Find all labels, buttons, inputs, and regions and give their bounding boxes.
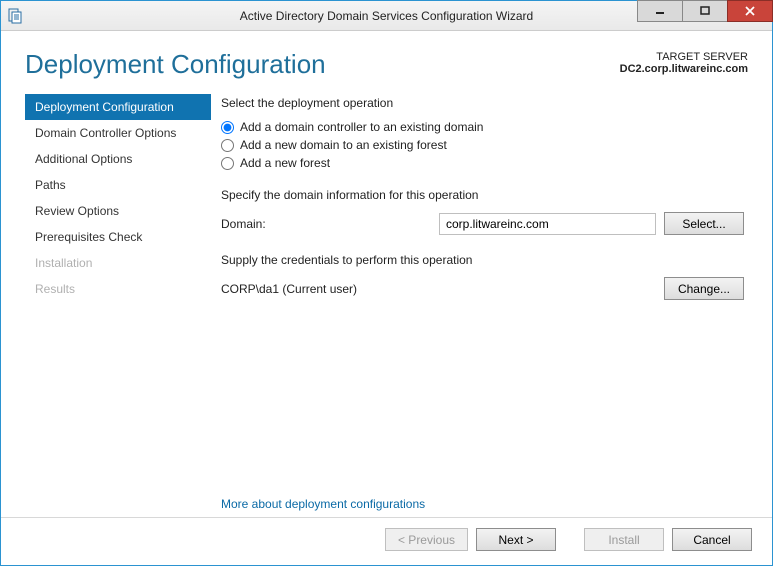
minimize-button[interactable] — [637, 0, 683, 22]
credentials-value: CORP\da1 (Current user) — [221, 282, 656, 296]
more-info-link[interactable]: More about deployment configurations — [211, 491, 772, 517]
content-panel: Select the deployment operation Add a do… — [211, 88, 772, 491]
footer-bar: < Previous Next > Install Cancel — [1, 517, 772, 565]
operation-option-label: Add a domain controller to an existing d… — [240, 120, 483, 134]
nav-step[interactable]: Prerequisites Check — [25, 224, 211, 250]
wizard-window: Active Directory Domain Services Configu… — [0, 0, 773, 566]
wizard-body: Deployment Configuration TARGET SERVER D… — [1, 31, 772, 565]
credentials-row: CORP\da1 (Current user) Change... — [221, 277, 744, 300]
operation-radio[interactable] — [221, 139, 234, 152]
nav-step[interactable]: Domain Controller Options — [25, 120, 211, 146]
wizard-nav: Deployment ConfigurationDomain Controlle… — [1, 88, 211, 491]
operation-option[interactable]: Add a new domain to an existing forest — [221, 138, 744, 152]
header-area: Deployment Configuration TARGET SERVER D… — [1, 31, 772, 88]
page-title: Deployment Configuration — [25, 49, 620, 80]
previous-button[interactable]: < Previous — [385, 528, 468, 551]
target-server-value: DC2.corp.litwareinc.com — [620, 63, 748, 75]
operation-block: Select the deployment operation Add a do… — [221, 96, 744, 170]
app-icon — [7, 8, 23, 24]
next-button[interactable]: Next > — [476, 528, 556, 551]
domain-input[interactable] — [439, 213, 656, 235]
nav-step[interactable]: Additional Options — [25, 146, 211, 172]
select-domain-button[interactable]: Select... — [664, 212, 744, 235]
cancel-button[interactable]: Cancel — [672, 528, 752, 551]
operation-option[interactable]: Add a domain controller to an existing d… — [221, 120, 744, 134]
titlebar: Active Directory Domain Services Configu… — [1, 1, 772, 31]
domain-section-label: Specify the domain information for this … — [221, 188, 744, 202]
nav-step: Results — [25, 276, 211, 302]
operation-option-label: Add a new domain to an existing forest — [240, 138, 447, 152]
credentials-block: Supply the credentials to perform this o… — [221, 253, 744, 300]
middle-area: Deployment ConfigurationDomain Controlle… — [1, 88, 772, 491]
window-controls — [637, 1, 772, 30]
nav-step[interactable]: Paths — [25, 172, 211, 198]
domain-label: Domain: — [221, 217, 431, 231]
maximize-button[interactable] — [682, 0, 728, 22]
change-credentials-button[interactable]: Change... — [664, 277, 744, 300]
operation-radio[interactable] — [221, 157, 234, 170]
target-server-label: TARGET SERVER — [620, 51, 748, 63]
operation-radio[interactable] — [221, 121, 234, 134]
domain-block: Specify the domain information for this … — [221, 188, 744, 235]
operation-option-label: Add a new forest — [240, 156, 330, 170]
close-button[interactable] — [727, 0, 773, 22]
nav-step[interactable]: Deployment Configuration — [25, 94, 211, 120]
domain-row: Domain: Select... — [221, 212, 744, 235]
credentials-section-label: Supply the credentials to perform this o… — [221, 253, 744, 267]
nav-step[interactable]: Review Options — [25, 198, 211, 224]
operation-section-label: Select the deployment operation — [221, 96, 744, 110]
target-server-block: TARGET SERVER DC2.corp.litwareinc.com — [620, 49, 748, 80]
install-button[interactable]: Install — [584, 528, 664, 551]
operation-option[interactable]: Add a new forest — [221, 156, 744, 170]
nav-step: Installation — [25, 250, 211, 276]
